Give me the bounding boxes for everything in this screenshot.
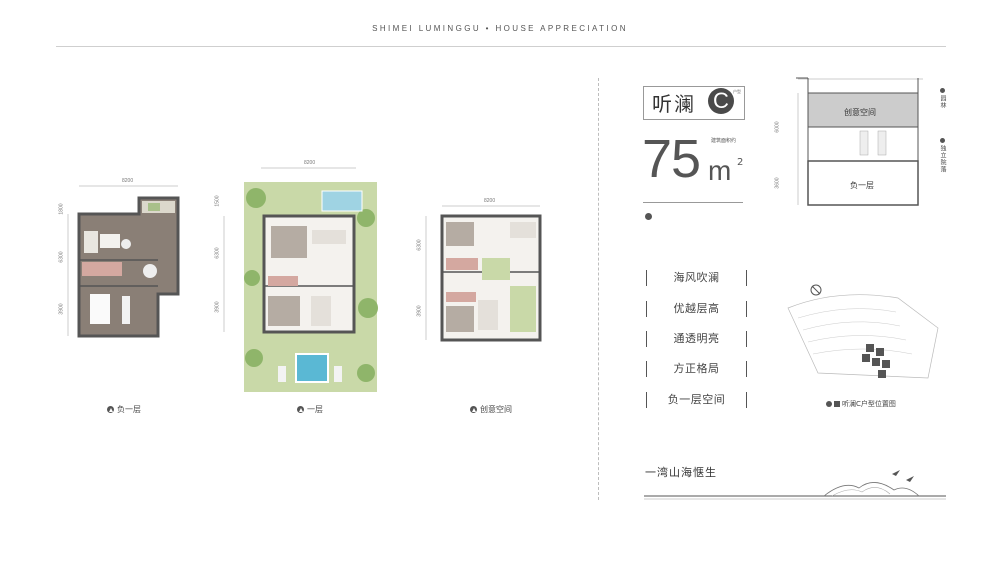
first-floor-plan-drawing — [223, 167, 378, 392]
creative-space-plan: 8200 6300 3900 — [416, 196, 548, 346]
unit-type-suffix: 户型 — [733, 89, 741, 94]
site-plan-legend-text: 听澜C户型位置图 — [842, 400, 896, 408]
creative-dim-2: 3900 — [416, 305, 423, 317]
side-label-courtyard-text: 独立院落 — [939, 145, 946, 173]
feature-item: 优越层高 — [646, 301, 747, 317]
site-plan — [778, 268, 946, 388]
first-floor-dim-3: 3900 — [214, 301, 221, 313]
basement-plan-drawing — [67, 185, 180, 338]
basement-caption: 负一层 — [107, 404, 141, 415]
header-divider — [56, 46, 946, 47]
feature-item: 海风吹澜 — [646, 270, 747, 286]
basement-dim-1: 1800 — [58, 203, 65, 215]
area-label: 建筑面积约 — [711, 138, 737, 144]
section-diagram: 6000 3600 创意空间 负一层 — [774, 76, 948, 211]
side-label-garden-text: 园林 — [939, 95, 946, 109]
play-icon — [470, 406, 477, 413]
area-divider — [643, 202, 743, 203]
creative-caption-text: 创意空间 — [480, 405, 512, 414]
area-unit-sup: 2 — [737, 157, 744, 168]
first-floor-caption: 一层 — [297, 404, 323, 415]
section-lower-label: 负一层 — [850, 181, 874, 190]
creative-caption: 创意空间 — [470, 404, 512, 415]
site-plan-legend: 听澜C户型位置图 — [826, 399, 896, 409]
legend-square-icon — [834, 401, 840, 407]
basement-caption-text: 负一层 — [117, 405, 141, 414]
creative-space-plan-drawing — [425, 205, 542, 342]
feature-item: 通透明亮 — [646, 331, 747, 347]
basement-dim-width: 8200 — [122, 178, 134, 184]
first-floor-dim-1: 1500 — [214, 195, 221, 207]
basement-plan: 8200 1800 6300 3900 — [58, 176, 190, 341]
basement-dim-2: 6300 — [58, 251, 65, 263]
dot-icon — [940, 88, 945, 93]
creative-dim-1: 6300 — [416, 239, 423, 251]
first-floor-caption-text: 一层 — [307, 405, 323, 414]
area-unit: m — [708, 155, 732, 186]
unit-name: 听澜 — [652, 92, 696, 116]
mountain-decoration — [644, 470, 946, 500]
section-dim-lower: 3600 — [774, 177, 781, 189]
unit-type-letter: C — [708, 88, 734, 114]
play-icon — [297, 406, 304, 413]
first-floor-plan: 8200 1500 6300 3900 — [214, 158, 382, 394]
side-label-garden: 园林 — [938, 88, 947, 109]
creative-dim-width: 8200 — [484, 198, 496, 204]
page-header: SHIMEI LUMINGGU • HOUSE APPRECIATION — [372, 24, 628, 33]
site-plan-drawing — [787, 284, 939, 379]
vertical-divider — [598, 78, 599, 500]
play-icon — [826, 401, 832, 407]
section-dim-upper: 6000 — [774, 121, 781, 133]
feature-item: 方正格局 — [646, 361, 747, 377]
basement-dim-3: 3900 — [58, 303, 65, 315]
section-upper-label: 创意空间 — [844, 108, 876, 117]
first-floor-dim-2: 6300 — [214, 247, 221, 259]
dot-icon — [940, 138, 945, 143]
area-value: 75 — [642, 129, 701, 189]
feature-item: 负一层空间 — [646, 392, 747, 408]
play-icon — [107, 406, 114, 413]
side-label-courtyard: 独立院落 — [938, 138, 947, 173]
first-floor-dim-width: 8200 — [304, 160, 316, 166]
play-icon — [645, 213, 652, 220]
